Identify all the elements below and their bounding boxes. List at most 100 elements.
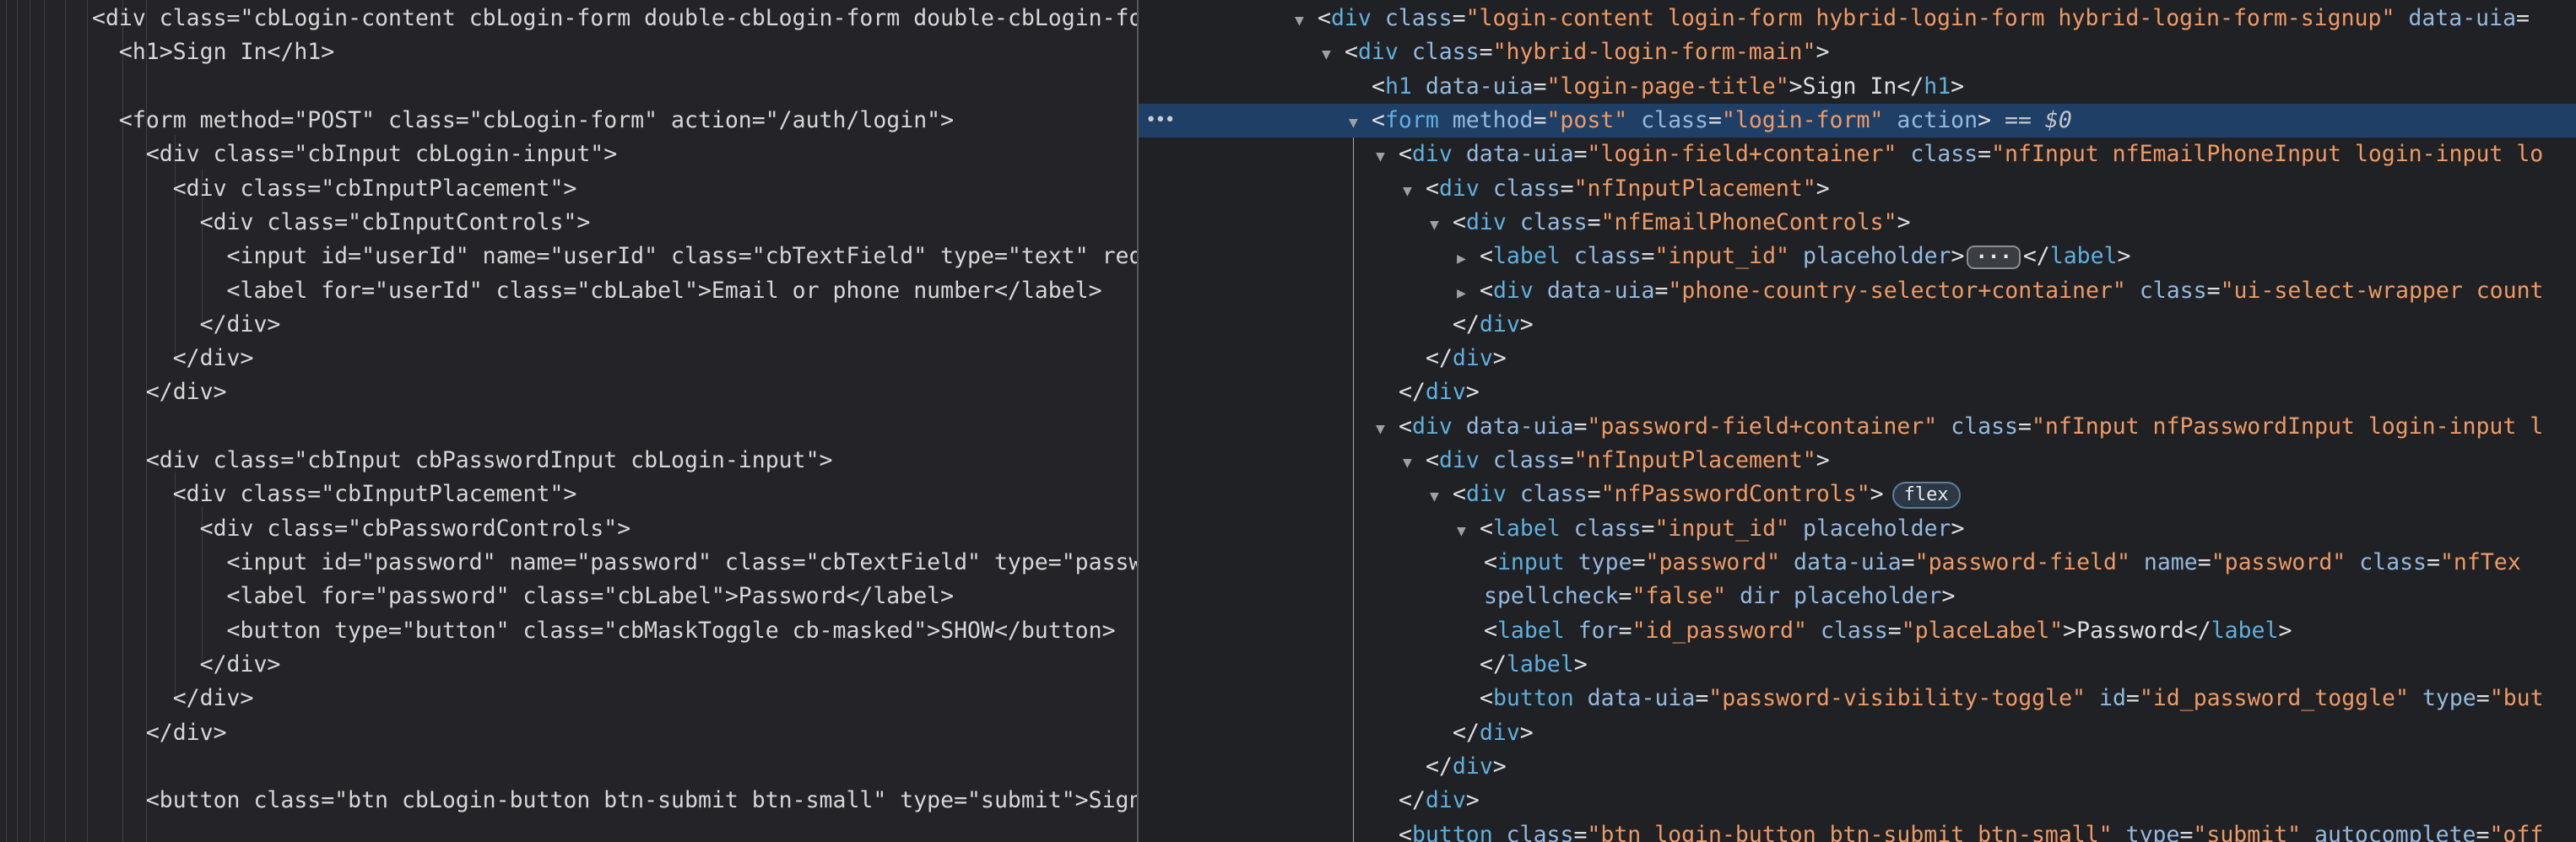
more-actions-icon[interactable]: ••• [1145, 104, 1174, 138]
source-code-line[interactable]: </div> [0, 682, 1137, 715]
source-code-line[interactable]: <button type="button" class="cbMaskToggl… [0, 614, 1137, 648]
code-token: input [1497, 549, 1565, 575]
code-token: "input_id" [1654, 243, 1789, 269]
dom-tree-row[interactable]: <h1 data-uia="login-page-title">Sign In<… [1139, 70, 2576, 104]
source-code-line[interactable]: <div class="cbPasswordControls"> [0, 512, 1137, 546]
dom-tree-row[interactable]: </div> [1139, 308, 2576, 342]
source-code-line[interactable]: <div class="cbInput cbLogin-input"> [0, 138, 1137, 171]
source-code-line[interactable]: <div class="cbInputPlacement"> [0, 478, 1137, 511]
dom-tree-row[interactable]: <button class="btn login-button btn-subm… [1139, 818, 2576, 842]
code-token [2113, 822, 2126, 842]
code-token [1565, 618, 1578, 644]
code-token: = [1654, 278, 1668, 304]
expand-arrow-down-icon[interactable]: ▼ [1376, 140, 1399, 174]
dom-tree-row[interactable]: spellcheck="false" dir placeholder> [1139, 580, 2576, 613]
source-code-line[interactable]: </div> [0, 342, 1137, 375]
expand-arrow-down-icon[interactable]: ▼ [1295, 4, 1318, 38]
expand-arrow-down-icon[interactable]: ▼ [1430, 480, 1453, 514]
code-token: dir [1740, 583, 1780, 609]
source-code-line[interactable]: <input id="password" name="password" cla… [0, 546, 1137, 580]
source-code-line[interactable]: <div class="cbInputPlacement"> [0, 172, 1137, 206]
source-code-line[interactable]: <input id="userId" name="userId" class="… [0, 240, 1137, 273]
code-token: div [1480, 720, 1520, 746]
code-token: = [1632, 549, 1646, 575]
source-code-line[interactable]: <label for="userId" class="cbLabel">Emai… [0, 274, 1137, 308]
dom-tree-row[interactable]: </div> [1139, 750, 2576, 784]
dom-tree-row[interactable]: ▼<div class="nfInputPlacement"> [1139, 444, 2576, 478]
code-token: Sign In [1803, 73, 1897, 100]
code-token: data-uia [1426, 73, 1534, 100]
code-token [1789, 515, 1803, 542]
source-code-line[interactable]: <label for="password" class="cbLabel">Pa… [0, 580, 1137, 613]
code-token: type [1578, 549, 1632, 575]
expand-arrow-right-icon[interactable]: ▶ [1457, 242, 1480, 276]
expand-arrow-down-icon[interactable]: ▼ [1322, 38, 1345, 72]
dom-tree-row[interactable]: ▼<div data-uia="login-field+container" c… [1139, 138, 2576, 171]
dom-tree-row[interactable]: ▼<div class="hybrid-login-form-main"> [1139, 35, 2576, 69]
expand-arrow-down-icon[interactable]: ▼ [1430, 208, 1453, 242]
source-code-line[interactable] [0, 410, 1137, 444]
collapsed-content-ellipsis[interactable]: ··· [1967, 246, 2020, 269]
source-code-line[interactable]: </div> [0, 308, 1137, 342]
expand-arrow-down-icon[interactable]: ▼ [1349, 106, 1372, 140]
code-token: data-uia [2408, 5, 2516, 31]
dom-tree-row[interactable]: </label> [1139, 648, 2576, 682]
dom-tree-row[interactable]: </div> [1139, 375, 2576, 409]
expand-arrow-down-icon[interactable]: ▼ [1376, 413, 1399, 446]
source-code-line[interactable] [0, 750, 1137, 784]
dom-tree-row[interactable]: ▼<div data-uia="password-field+container… [1139, 410, 2576, 444]
source-code-line[interactable]: <div class="cbInput cbPasswordInput cbLo… [0, 444, 1137, 478]
expand-arrow-down-icon[interactable]: ▼ [1403, 446, 1426, 480]
dom-tree-row[interactable]: <label for="id_password" class="placeLab… [1139, 614, 2576, 648]
code-token: button [1493, 685, 1574, 711]
code-token: </ [1399, 379, 1426, 405]
code-token: class [1493, 175, 1561, 202]
code-token: = [1534, 107, 1547, 133]
code-token: class [1641, 107, 1708, 133]
source-code-line[interactable]: </div> [0, 648, 1137, 682]
source-code-line[interactable]: <div class="cbLogin-content cbLogin-form… [0, 2, 1137, 35]
dom-tree-row[interactable]: ▶<label class="input_id" placeholder>···… [1139, 240, 2576, 273]
code-token: = [1642, 243, 1655, 269]
expand-arrow-right-icon[interactable]: ▶ [1457, 277, 1480, 310]
source-code-line[interactable]: </div> [0, 375, 1137, 409]
code-token: = [2018, 413, 2032, 440]
dom-tree-row[interactable]: </div> [1139, 342, 2576, 375]
source-code-line[interactable]: </div> [0, 716, 1137, 750]
code-token: class [1493, 447, 1561, 473]
code-token [1780, 549, 1794, 575]
source-code-line[interactable] [0, 70, 1137, 104]
expand-arrow-down-icon[interactable]: ▼ [1403, 175, 1426, 208]
code-token: > [1466, 787, 1480, 813]
code-token [1507, 481, 1520, 507]
dom-tree-row[interactable]: ▼<div class="nfInputPlacement"> [1139, 172, 2576, 206]
dom-tree-row[interactable]: <button data-uia="password-visibility-to… [1139, 682, 2576, 715]
code-token: class [1910, 141, 1978, 167]
dom-tree-row[interactable]: ▼<div class="login-content login-form hy… [1139, 2, 2576, 35]
dom-tree-row[interactable]: ▼<label class="input_id" placeholder> [1139, 512, 2576, 546]
code-token [1627, 107, 1641, 133]
dom-tree-row[interactable]: ▼<div class="nfEmailPhoneControls"> [1139, 206, 2576, 240]
source-code-line[interactable]: <button class="btn cbLogin-button btn-su… [0, 784, 1137, 818]
dom-tree-row[interactable]: ▶<div data-uia="phone-country-selector+c… [1139, 274, 2576, 308]
source-code-line[interactable]: <div class="cbInputControls"> [0, 206, 1137, 240]
source-code-line[interactable]: <h1>Sign In</h1> [0, 35, 1137, 69]
code-token [1453, 141, 1466, 167]
dom-tree-row[interactable]: ▼<div class="nfPasswordControls">flex [1139, 478, 2576, 511]
code-token: < [1480, 685, 1493, 711]
dom-tree-row[interactable]: </div> [1139, 716, 2576, 750]
code-token [2301, 822, 2314, 842]
code-token: = [1695, 685, 1708, 711]
expand-arrow-down-icon[interactable]: ▼ [1457, 515, 1480, 548]
code-token [1807, 618, 1821, 644]
dom-tree-row-selected[interactable]: •••▼<form method="post" class="login-for… [1139, 104, 2576, 138]
code-token: div [1453, 753, 1493, 780]
code-token: div [1358, 39, 1399, 65]
flex-badge[interactable]: flex [1892, 482, 1961, 509]
code-token: = [1888, 618, 1902, 644]
code-token: div [1480, 311, 1520, 337]
dom-tree-row[interactable]: <input type="password" data-uia="passwor… [1139, 546, 2576, 580]
dom-tree-row[interactable]: </div> [1139, 784, 2576, 818]
source-code-line[interactable]: <form method="POST" class="cbLogin-form"… [0, 104, 1137, 138]
code-token: label [1493, 515, 1561, 542]
